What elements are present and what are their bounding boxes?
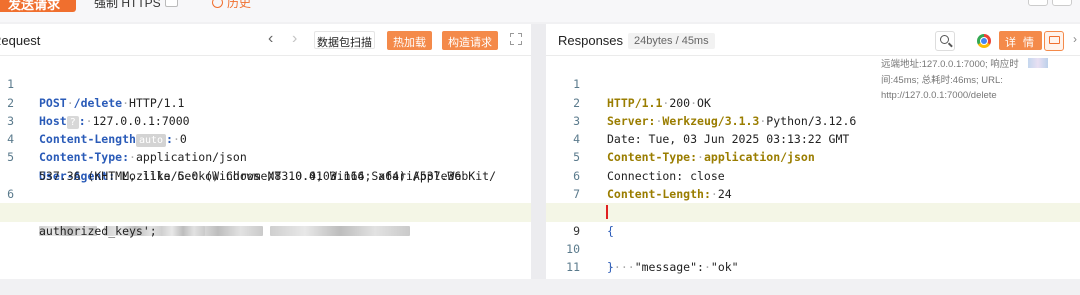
code-line: 3 Content-Length auto:·0 <box>0 94 531 148</box>
response-viewer[interactable]: 1 HTTP/1.1·200·OK 2 Server:·Werkzeug/3.1… <box>546 57 1080 274</box>
code-line: 10 } <box>546 222 1080 274</box>
response-header: Responses 24bytes / 45ms 详 情 › <box>546 24 1080 56</box>
build-request-button[interactable]: 构造请求 <box>442 31 498 50</box>
hot-load-button[interactable]: 热加载 <box>387 31 432 50</box>
comment-icon[interactable] <box>1044 31 1064 51</box>
line-number: 11 <box>566 260 580 275</box>
request-editor[interactable]: 1 POST·/delete·HTTP/1.1 2 Host?:·127.0.0… <box>0 57 531 238</box>
code-line: 6 Content-Length:·24 <box>546 148 1080 201</box>
code-line: 3 Date: Tue, 03 Jun 2025 03:13:22 GMT <box>546 94 1080 146</box>
clock-icon <box>212 0 223 8</box>
response-stats: 24bytes / 45ms <box>628 33 715 49</box>
json-value: "ok" <box>710 260 739 275</box>
response-panel: Responses 24bytes / 45ms 详 情 › 远端地址:127.… <box>546 24 1080 279</box>
send-request-button[interactable]: 发送请求 <box>0 0 76 12</box>
responses-title: Responses <box>558 33 624 48</box>
history-button[interactable]: 历史 <box>212 0 251 11</box>
history-label: 历史 <box>227 0 252 10</box>
panel-divider[interactable] <box>531 24 546 279</box>
code-line-active: 9 ····"message":·"ok" <box>546 203 1080 274</box>
chevron-right-icon[interactable]: › <box>1073 32 1077 46</box>
search-icon[interactable] <box>935 31 955 51</box>
chevron-left-icon[interactable]: ‹ <box>268 30 273 48</box>
redacted-text <box>160 226 205 237</box>
expand-icon[interactable] <box>510 33 522 45</box>
json-key: "message" <box>634 260 698 275</box>
code-line: 4 Content-Type:·application/json <box>546 112 1080 164</box>
chevron-right-icon[interactable]: › <box>292 30 297 48</box>
request-header: Request ‹ › 数据包扫描 热加载 构造请求 <box>0 24 531 56</box>
packet-scan-button[interactable]: 数据包扫描 <box>314 31 375 49</box>
code-line: 537.36 (KHTML, like Gecko) Chrome/83.0.4… <box>0 148 531 183</box>
force-https-checkbox[interactable] <box>165 0 178 7</box>
browser-icon[interactable] <box>974 31 994 51</box>
top-toolbar: 发送请求 强制 HTTPS 历史 <box>0 0 1080 22</box>
code-line: 1 HTTP/1.1·200·OK <box>546 57 1080 109</box>
code-line: 4 Content-Type:·application/json <box>0 112 531 164</box>
window-button[interactable] <box>1028 0 1048 6</box>
code-line: 5 User-Agent:·Mozilla/5.0 (Windows NT 10… <box>0 130 531 182</box>
json-brace: } <box>607 260 614 275</box>
request-title: Request <box>0 33 41 48</box>
code-line: 6 <box>0 167 531 201</box>
details-button[interactable]: 详 情 <box>999 31 1043 50</box>
code-line: 1 POST·/delete·HTTP/1.1 <box>0 57 531 109</box>
body-text: authorized_keys'; <box>39 223 157 238</box>
request-panel: Request ‹ › 数据包扫描 热加载 构造请求 1 POST·/delet… <box>0 24 531 279</box>
window-button[interactable] <box>1052 0 1072 6</box>
code-line: 11 <box>546 240 1080 274</box>
code-line: 5 Connection: close <box>546 130 1080 182</box>
code-line: 7 <box>546 167 1080 201</box>
text-cursor <box>606 205 608 220</box>
redacted-text <box>269 226 410 237</box>
code-line: 7 <box>0 185 531 237</box>
code-line: 2 Server:·Werkzeug/3.1.3·Python/3.12.6 <box>546 75 1080 128</box>
force-https-label: 强制 HTTPS <box>94 0 161 10</box>
code-line: 2 Host?:·127.0.0.1:7000 <box>0 75 531 129</box>
code-line-active: authorized_keys'; <box>0 203 531 238</box>
code-line: 8 { <box>546 185 1080 237</box>
